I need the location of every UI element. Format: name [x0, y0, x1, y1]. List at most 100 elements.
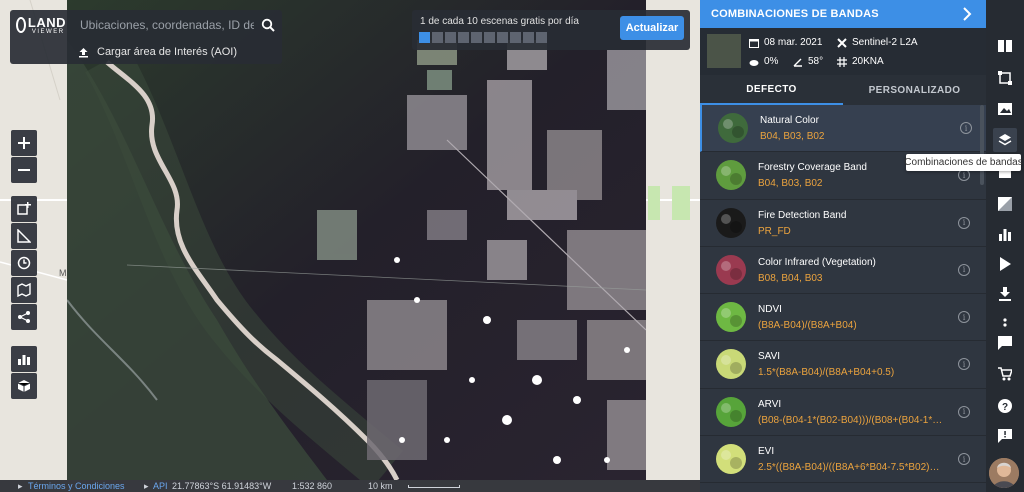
sidebar-compare-button[interactable] — [993, 34, 1017, 58]
map-footer: ▸ Términos y Condiciones ▸ API 21.77863°… — [0, 480, 700, 492]
scene-progress-square — [536, 32, 547, 43]
info-icon[interactable]: i — [958, 453, 970, 466]
band-combinations-panel: COMBINACIONES DE BANDAS 08 mar. 2021 Sen… — [700, 0, 986, 492]
measure-button[interactable] — [11, 223, 37, 249]
cube-icon — [17, 380, 31, 392]
time-lapse-button[interactable] — [11, 250, 37, 276]
terms-icon: ▸ — [18, 481, 23, 491]
scene-info[interactable]: 08 mar. 2021 Sentinel-2 L2A 0% 58° 20KNA — [700, 28, 986, 75]
draw-area-icon — [17, 202, 31, 215]
sidebar-change-detection-button[interactable] — [993, 192, 1017, 216]
minus-icon — [18, 169, 30, 171]
band-thumbnail — [716, 254, 746, 285]
scene-progress-square — [497, 32, 508, 43]
band-combination-item[interactable]: Fire Detection Band PR_FD i — [700, 200, 986, 247]
help-icon: ? — [998, 399, 1012, 413]
sidebar-band-combinations-button[interactable] — [993, 128, 1017, 152]
draw-aoi-button[interactable] — [11, 196, 37, 222]
sidebar-feedback-button[interactable] — [993, 424, 1017, 448]
cursor-coordinates: 21.77863°S 61.91483°W — [172, 481, 272, 491]
clock-icon — [17, 256, 31, 270]
map-view[interactable]: M — [0, 0, 700, 492]
user-avatar[interactable] — [989, 458, 1019, 488]
map-place-label: M — [59, 268, 67, 278]
panel-scrollbar[interactable] — [980, 105, 984, 185]
3d-view-button[interactable] — [11, 373, 37, 399]
scale-label: 10 km — [368, 481, 393, 491]
info-icon[interactable]: i — [958, 358, 970, 371]
sidebar-crop-button[interactable] — [993, 66, 1017, 90]
band-combination-item[interactable]: Natural Color B04, B03, B02 i — [700, 105, 986, 153]
band-name: NDVI — [758, 304, 782, 316]
band-combination-item[interactable]: Color Infrared (Vegetation) B08, B04, B03… — [700, 247, 986, 295]
api-link[interactable]: API — [153, 480, 168, 492]
satellite-icon — [837, 37, 847, 48]
scale-bar — [408, 485, 460, 488]
bar-chart-icon — [18, 355, 30, 365]
zoom-in-button[interactable] — [11, 130, 37, 156]
band-thumbnail — [716, 160, 746, 191]
message-icon — [998, 336, 1012, 350]
search-icon — [261, 18, 275, 32]
sidebar-analytics-button[interactable] — [993, 222, 1017, 246]
upgrade-button[interactable]: Actualizar — [620, 16, 684, 40]
scenes-counter-text: 1 de cada 10 escenas gratis por día — [420, 16, 579, 27]
scene-tile: 20KNA — [852, 56, 884, 67]
satellite-scene[interactable] — [67, 0, 646, 480]
band-thumbnail — [716, 444, 746, 475]
band-combination-item[interactable]: SAVI 1.5*(B8A-B04)/(B8A+B04+0.5) i — [700, 341, 986, 389]
band-formula: PR_FD — [758, 225, 791, 237]
scene-progress-square — [510, 32, 521, 43]
sidebar-cart-button[interactable] — [993, 362, 1017, 386]
sun-angle-icon — [793, 57, 803, 67]
analytics-button[interactable] — [11, 346, 37, 372]
panel-header: COMBINACIONES DE BANDAS — [700, 0, 986, 28]
band-combination-item[interactable]: NDVI (B8A-B04)/(B8A+B04) i — [700, 294, 986, 342]
band-formula: B04, B03, B02 — [758, 178, 823, 190]
tab-default[interactable]: DEFECTO — [700, 75, 843, 105]
sidebar-download-button[interactable] — [993, 282, 1017, 306]
ruler-icon — [17, 229, 31, 243]
sidebar-timelapse-button[interactable] — [993, 252, 1017, 276]
right-sidebar: ? — [986, 0, 1024, 492]
scene-progress-square — [432, 32, 443, 43]
band-name: Forestry Coverage Band — [758, 162, 867, 174]
search-input[interactable] — [66, 11, 254, 39]
collapse-panel-button[interactable] — [962, 7, 972, 24]
info-icon[interactable]: i — [960, 122, 972, 134]
change-detection-icon — [998, 197, 1012, 211]
band-name: Fire Detection Band — [758, 209, 847, 221]
api-icon: ▸ — [144, 481, 149, 491]
scene-angle: 58° — [808, 56, 824, 67]
terms-link[interactable]: Términos y Condiciones — [28, 480, 125, 492]
band-combination-item[interactable]: ARVI (B08-(B04-1*(B02-B04)))/(B08+(B04-1*… — [700, 389, 986, 437]
info-icon[interactable]: i — [958, 311, 970, 324]
upload-aoi-button[interactable]: Cargar área de Interés (AOI) — [10, 40, 282, 64]
upload-icon — [78, 47, 89, 58]
info-icon[interactable]: i — [958, 169, 970, 182]
band-formula: B04, B03, B02 — [760, 131, 825, 142]
band-name: SAVI — [758, 351, 781, 363]
layers-icon — [998, 134, 1012, 146]
share-button[interactable] — [11, 304, 37, 330]
logo-subtext: VIEWER — [31, 28, 65, 35]
scene-progress-square — [471, 32, 482, 43]
map-layers-button[interactable] — [11, 277, 37, 303]
info-icon[interactable]: i — [958, 405, 970, 418]
tab-custom[interactable]: PERSONALIZADO — [843, 75, 986, 105]
sidebar-help-button[interactable]: ? — [993, 394, 1017, 418]
scene-progress-square — [484, 32, 495, 43]
info-icon[interactable]: i — [958, 263, 970, 276]
landviewer-logo[interactable]: LAND VIEWER — [10, 10, 66, 40]
zoom-out-button[interactable] — [11, 157, 37, 183]
search-button[interactable] — [254, 11, 282, 39]
sidebar-image-button[interactable] — [993, 97, 1017, 121]
sidebar-messages-button[interactable] — [993, 331, 1017, 355]
map-book-icon — [17, 283, 31, 297]
play-icon — [1000, 257, 1011, 271]
band-combination-item[interactable]: EVI 2.5*((B8A-B04)/((B8A+6*B04-7.5*B02)+.… — [700, 436, 986, 484]
tile-icon — [837, 56, 847, 67]
cart-icon — [998, 367, 1012, 381]
info-icon[interactable]: i — [958, 216, 970, 229]
logo-text: LAND — [27, 14, 66, 30]
